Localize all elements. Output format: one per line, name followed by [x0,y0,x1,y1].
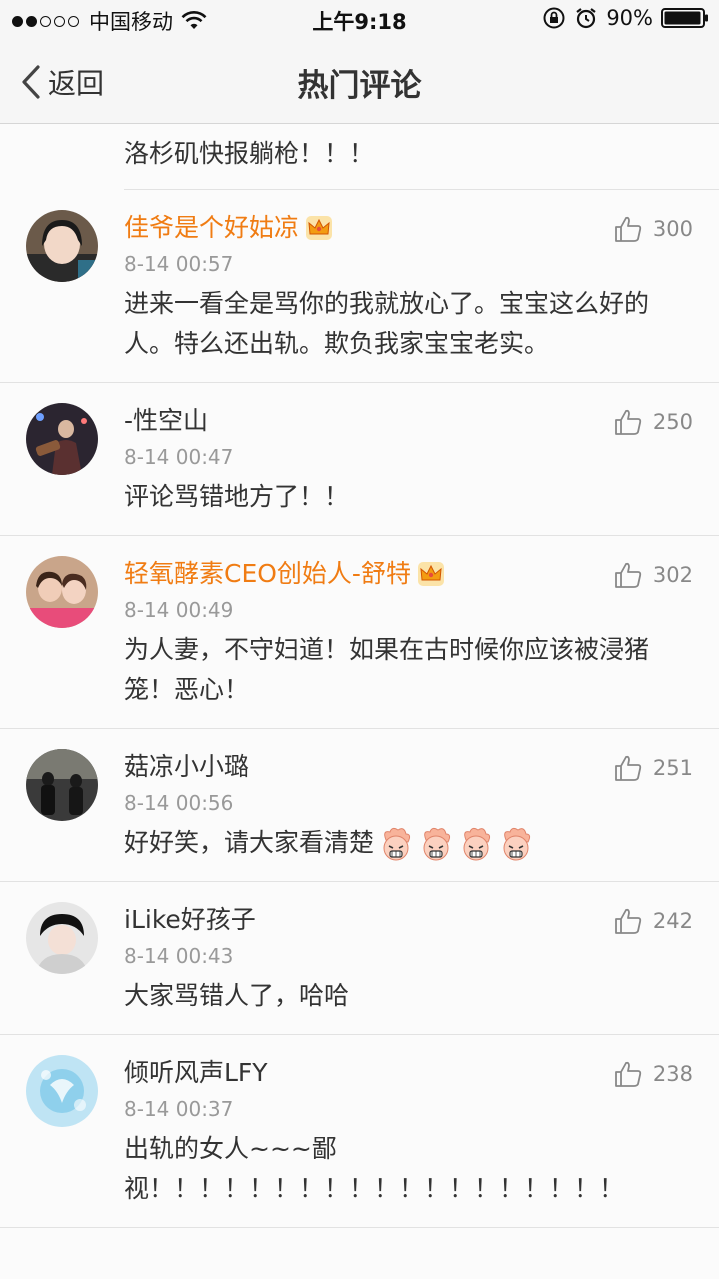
comment-time: 8-14 00:49 [124,598,234,622]
comment-author[interactable]: 倾听风声LFY [124,1055,679,1091]
like-count: 250 [652,410,693,434]
avatar[interactable] [26,902,98,974]
comment-text: 为人妻，不守妇道！如果在古时候你应该被浸猪笼！恶心！ [124,635,650,704]
battery-percent: 90% [606,6,653,30]
author-name: 轻氧酵素CEO创始人-舒特 [124,559,411,588]
avatar[interactable] [26,1055,98,1127]
thumbs-up-icon [615,562,642,588]
comment-item[interactable]: 242 iLike好孩子 8-14 00:43 大家骂错人了，哈哈 [0,882,719,1035]
battery-icon [661,8,708,28]
comment-text: 出轨的女人~~~鄙视！！！！！！！！！！！！！！！！！！！ [124,1134,625,1203]
alarm-icon [576,8,596,29]
thumbs-up-icon [615,409,642,435]
comment-author[interactable]: 轻氧酵素CEO创始人-舒特 [124,556,679,592]
angry-face-emoji-icon [383,827,411,861]
comment-text: 好好笑，请大家看清楚 [124,821,679,881]
thumbs-up-icon [615,216,642,242]
comment-text: 评论骂错地方了！！ [124,482,350,511]
author-name: 菇凉小小璐 [124,752,250,781]
like-button[interactable]: 302 [613,560,693,590]
comment-author[interactable]: 菇凉小小璐 [124,749,679,785]
angry-face-emoji-icon [503,827,531,861]
like-button[interactable]: 242 [613,906,693,936]
avatar[interactable] [26,749,98,821]
comment-time: 8-14 00:56 [124,791,234,815]
comment-list[interactable]: 洛杉矶快报躺枪！！！ 300 佳爷是个好姑凉 8-14 00:57 进来一看全是… [0,124,719,1279]
avatar[interactable] [26,210,98,282]
comment-author[interactable]: iLike好孩子 [124,902,679,938]
comment-item[interactable]: 250 -性空山 8-14 00:47 评论骂错地方了！！ [0,383,719,536]
like-button[interactable]: 300 [613,214,693,244]
angry-face-emoji-icon [423,827,451,861]
comment-text-body: 好好笑，请大家看清楚 [124,828,375,857]
comment-time: 8-14 00:57 [124,252,234,276]
thumbs-up-icon [615,1061,642,1087]
author-name: iLike好孩子 [124,905,256,934]
comment-text: 进来一看全是骂你的我就放心了。宝宝这么好的人。特么还出轨。欺负我家宝宝老实。 [124,289,650,358]
comment-time: 8-14 00:43 [124,944,234,968]
like-count: 238 [652,1062,693,1086]
thumbs-up-icon [615,908,642,934]
comment-partial: 洛杉矶快报躺枪！！！ [124,124,719,190]
status-right: 90% [542,6,709,30]
crown-icon [306,216,333,240]
angry-face-emoji-icon [463,827,491,861]
comment-text: 洛杉矶快报躺枪！！！ [124,139,375,168]
like-button[interactable]: 250 [613,407,693,437]
page-title: 热门评论 [297,68,422,104]
like-count: 251 [652,756,693,780]
status-bar: 中国移动 上午9:18 90% [0,0,719,40]
comment-item[interactable]: 238 倾听风声LFY 8-14 00:37 出轨的女人~~~鄙视！！！！！！！… [0,1035,719,1228]
comment-author[interactable]: 佳爷是个好姑凉 [124,210,679,246]
comment-item[interactable]: 251 菇凉小小璐 8-14 00:56 好好笑，请大家看清楚 [0,729,719,882]
author-name: 倾听风声LFY [124,1058,268,1087]
rotation-lock-icon [543,7,565,29]
comment-time: 8-14 00:37 [124,1097,234,1121]
thumbs-up-icon [615,755,642,781]
comment-item[interactable]: 302 轻氧酵素CEO创始人-舒特 8-14 00:49 为人妻，不守妇道！如果… [0,536,719,729]
comment-author[interactable]: -性空山 [124,403,679,439]
like-button[interactable]: 251 [613,753,693,783]
like-button[interactable]: 238 [613,1059,693,1089]
like-count: 302 [652,563,693,587]
author-name: -性空山 [124,406,209,435]
comment-text: 大家骂错人了，哈哈 [124,981,350,1010]
like-count: 300 [652,217,693,241]
like-count: 242 [652,909,693,933]
avatar[interactable] [26,403,98,475]
crown-icon [417,562,444,586]
avatar[interactable] [26,556,98,628]
author-name: 佳爷是个好姑凉 [124,213,300,242]
comment-time: 8-14 00:47 [124,445,234,469]
comment-item[interactable]: 300 佳爷是个好姑凉 8-14 00:57 进来一看全是骂你的我就放心了。宝宝… [0,190,719,383]
navigation-bar: 返回 热门评论 [0,40,719,124]
